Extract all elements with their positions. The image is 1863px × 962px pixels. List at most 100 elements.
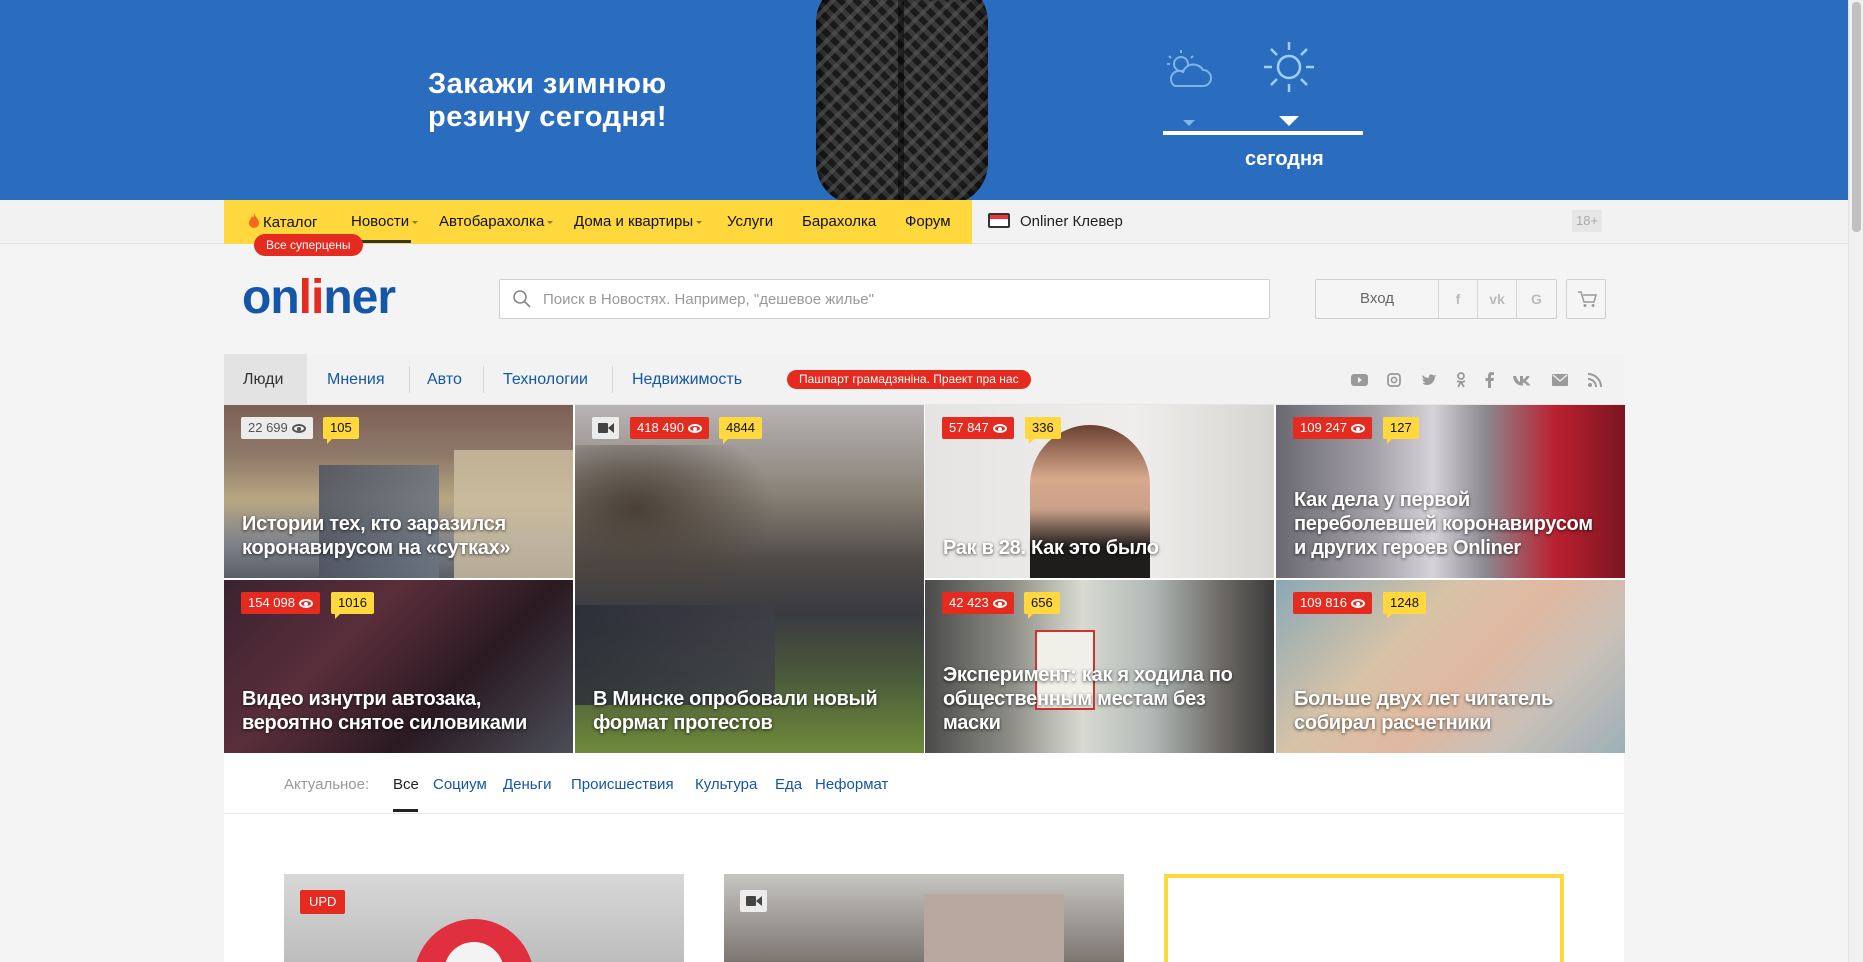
nav-item-news[interactable]: Новости	[351, 213, 419, 230]
nav-item-label: Услуги	[727, 213, 774, 230]
vk-icon: vk	[1489, 291, 1505, 307]
news-tile[interactable]: 22 699 105 Истории тех, кто заразился ко…	[224, 405, 573, 578]
instagram-icon[interactable]	[1387, 373, 1401, 387]
facebook-icon: f	[1455, 291, 1461, 307]
search-box[interactable]	[499, 279, 1270, 319]
login-button[interactable]: Вход	[1316, 280, 1439, 318]
google-login-button[interactable]: G	[1517, 280, 1556, 318]
tile-title[interactable]: Истории тех, кто заразился коронавирусом…	[242, 512, 557, 560]
update-badge: UPD	[300, 890, 346, 914]
section-tab-tech[interactable]: Технологии	[503, 371, 588, 389]
views-counter: 22 699	[241, 417, 313, 439]
section-tab-opinions[interactable]: Мнения	[327, 371, 385, 389]
clever-card-icon	[988, 213, 1010, 228]
google-icon: G	[1531, 291, 1542, 307]
logo-part: li	[298, 271, 325, 324]
nav-item-label: Автобарахолка	[439, 213, 545, 230]
news-tile[interactable]: 109 247 127 Как дела у первой переболевш…	[1276, 405, 1625, 578]
section-tab-people[interactable]: Люди	[243, 371, 283, 389]
fire-icon	[249, 213, 259, 228]
nav-item-label: Дома и квартиры	[574, 213, 694, 230]
section-separator	[612, 366, 613, 393]
mail-icon[interactable]	[1552, 374, 1568, 386]
facebook-login-button[interactable]: f	[1439, 280, 1478, 318]
views-counter: 42 423	[942, 592, 1014, 614]
weather-underline	[1163, 131, 1363, 135]
eye-icon	[1351, 599, 1365, 608]
news-tile[interactable]: 109 816 1248 Больше двух лет читатель со…	[1276, 580, 1625, 753]
news-card[interactable]: UPD	[284, 874, 684, 962]
logo-part: on	[242, 271, 300, 324]
tire-image	[816, 0, 988, 200]
twitter-icon[interactable]	[1421, 373, 1437, 387]
chevron-down-icon	[696, 220, 703, 224]
actual-tab-culture[interactable]: Культура	[695, 776, 757, 793]
youtube-icon[interactable]	[1351, 373, 1368, 387]
nav-item-label: Новости	[351, 213, 410, 230]
scrollbar-thumb[interactable]	[1852, 2, 1861, 232]
tile-title[interactable]: Рак в 28. Как это было	[943, 536, 1258, 560]
search-input[interactable]	[543, 286, 1243, 312]
section-tab-realty[interactable]: Недвижимость	[632, 371, 742, 389]
nav-item-forum[interactable]: Форум	[905, 213, 951, 230]
cart-button[interactable]	[1566, 279, 1606, 319]
eye-icon	[291, 424, 306, 433]
views-count: 109 247	[1300, 420, 1347, 435]
views-count: 109 816	[1300, 595, 1347, 610]
actual-tab-all[interactable]: Все	[393, 776, 419, 793]
comments-counter[interactable]: 127	[1383, 417, 1419, 444]
comments-counter[interactable]: 1016	[331, 592, 374, 619]
comments-counter[interactable]: 105	[323, 417, 359, 444]
nav-item-flea-market[interactable]: Барахолка	[802, 213, 876, 230]
views-count: 42 423	[949, 595, 989, 610]
banner-headline-line1: Закажи зимнюю	[428, 68, 667, 100]
nav-item-auto-market[interactable]: Автобарахолка	[439, 213, 554, 230]
actual-tab-incidents[interactable]: Происшествия	[571, 776, 674, 793]
nav-item-services[interactable]: Услуги	[727, 213, 773, 230]
tile-title[interactable]: Больше двух лет читатель собирал расчетн…	[1294, 687, 1609, 735]
actual-tab-money[interactable]: Деньги	[503, 776, 551, 793]
tile-title[interactable]: Видео изнутри автозака, вероятно снятое …	[242, 687, 557, 735]
actual-tab-society[interactable]: Социум	[433, 776, 487, 793]
news-tile[interactable]: 42 423 656 Эксперимент: как я ходила по …	[925, 580, 1274, 753]
nav-item-clever[interactable]: Onliner Клевер	[988, 213, 1123, 230]
views-count: 57 847	[949, 420, 989, 435]
comments-counter[interactable]: 336	[1025, 417, 1061, 444]
nav-item-catalog[interactable]: Каталог	[248, 213, 318, 231]
card-image-building	[924, 894, 1064, 962]
news-card[interactable]	[724, 874, 1124, 962]
passport-project-badge[interactable]: Пашпарт грамадзяніна. Праект пра нас	[787, 370, 1031, 389]
tile-title[interactable]: Как дела у первой переболевшей коронавир…	[1294, 488, 1609, 560]
superprices-badge[interactable]: Все суперцены	[254, 234, 363, 256]
vk-login-button[interactable]: vk	[1478, 280, 1517, 318]
ad-placeholder[interactable]	[1164, 874, 1564, 962]
tile-image-trees	[575, 445, 775, 605]
eye-icon	[299, 599, 313, 608]
nav-item-realty[interactable]: Дома и квартиры	[574, 213, 703, 230]
news-tile[interactable]: 57 847 336 Рак в 28. Как это было	[925, 405, 1274, 578]
actual-tab-underline	[393, 809, 418, 812]
cloud-sun-icon	[1167, 50, 1212, 87]
video-icon	[740, 890, 767, 912]
tile-title[interactable]: Эксперимент: как я ходила по общественны…	[943, 663, 1258, 735]
eye-icon	[1351, 424, 1365, 433]
section-tab-auto[interactable]: Авто	[427, 371, 462, 389]
views-count: 154 098	[248, 595, 295, 610]
ad-banner[interactable]: Закажи зимнюю резину сегодня! сегодня	[0, 0, 1848, 200]
page-scrollbar[interactable]	[1848, 0, 1863, 962]
actual-tab-food[interactable]: Еда	[775, 776, 802, 793]
onliner-logo[interactable]: onliner	[242, 270, 396, 325]
rss-icon[interactable]	[1588, 373, 1602, 387]
news-tile-tall[interactable]: 418 490 4844 В Минске опробовали новый ф…	[575, 405, 924, 753]
facebook-icon[interactable]	[1485, 372, 1494, 388]
actual-tab-informal[interactable]: Неформат	[815, 776, 888, 793]
auth-panel: Вход f vk G	[1315, 279, 1557, 319]
odnoklassniki-icon[interactable]	[1455, 372, 1467, 388]
comments-counter[interactable]: 1248	[1383, 592, 1426, 619]
comments-counter[interactable]: 656	[1024, 592, 1060, 619]
comments-counter[interactable]: 4844	[719, 417, 762, 444]
vk-icon[interactable]	[1512, 375, 1532, 386]
tile-title[interactable]: В Минске опробовали новый формат протест…	[593, 687, 908, 735]
news-tile[interactable]: 154 098 1016 Видео изнутри автозака, вер…	[224, 580, 573, 753]
views-count: 418 490	[637, 420, 684, 435]
